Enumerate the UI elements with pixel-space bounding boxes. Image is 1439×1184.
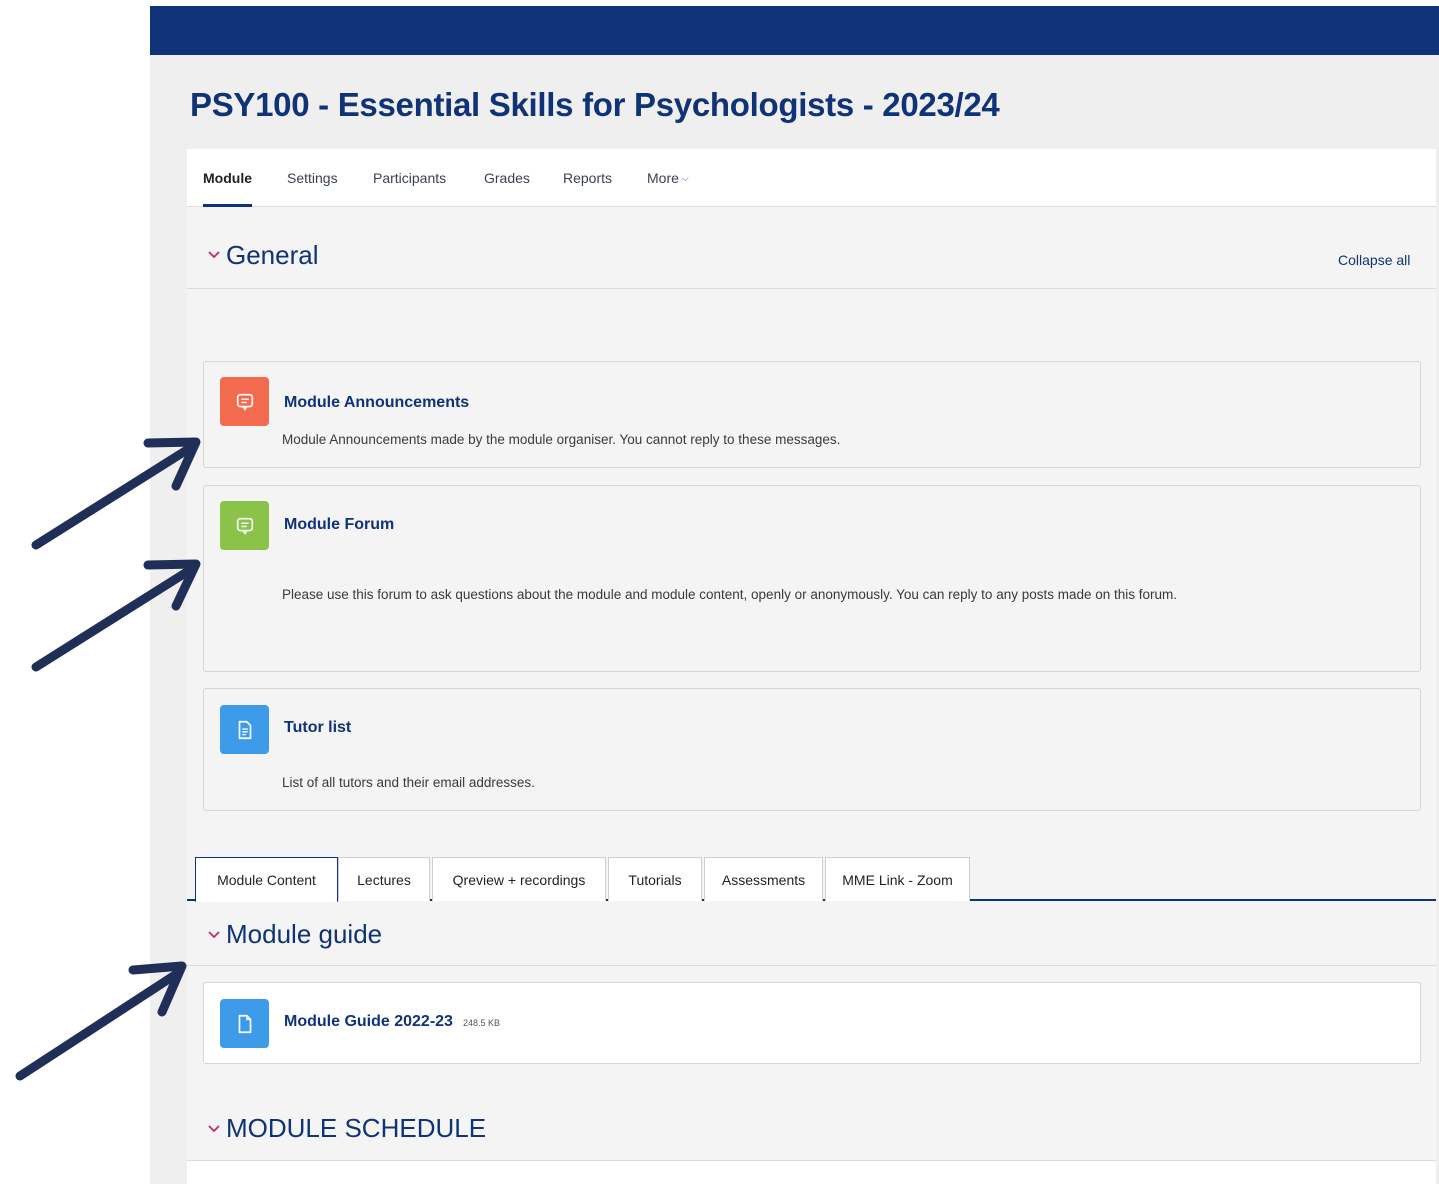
page-icon	[220, 705, 269, 754]
tab-tutorials[interactable]: Tutorials	[608, 857, 702, 901]
file-name: Module Guide 2022-23	[284, 1013, 453, 1030]
activity-module-announcements: Module Announcements Module Announcement…	[203, 361, 1421, 468]
page-title: PSY100 - Essential Skills for Psychologi…	[190, 86, 1000, 123]
activity-module-guide-file: Module Guide 2022-23 248.5 KB	[203, 982, 1421, 1064]
nav-grades[interactable]: Grades	[484, 149, 530, 207]
chevron-down-icon[interactable]	[207, 247, 221, 263]
forum-icon	[220, 377, 269, 426]
activity-module-forum: Module Forum Please use this forum to as…	[203, 485, 1421, 672]
secondary-navigation: Module Settings Participants Grades Repo…	[187, 149, 1436, 207]
activity-description: List of all tutors and their email addre…	[282, 775, 535, 790]
nav-settings[interactable]: Settings	[287, 149, 338, 207]
chevron-down-icon[interactable]	[207, 927, 221, 943]
top-navbar	[150, 6, 1439, 55]
nav-participants-label: Participants	[373, 170, 447, 186]
tab-module-content[interactable]: Module Content	[195, 857, 338, 903]
activity-link[interactable]: Module Forum	[284, 516, 394, 534]
nav-participants[interactable]: Participants	[373, 149, 446, 207]
nav-grades-label: Grades	[484, 170, 530, 186]
chevron-down-icon[interactable]	[207, 1121, 221, 1137]
chevron-down-icon: ⌵	[681, 173, 689, 183]
section-general-title[interactable]: General	[226, 240, 319, 271]
module-tabs: Module Content Lectures Qreview + record…	[187, 856, 1436, 903]
tab-mme-link-zoom[interactable]: MME Link - Zoom	[825, 857, 970, 901]
tab-assessments[interactable]: Assessments	[704, 857, 823, 901]
activity-link[interactable]: Module Guide 2022-23 248.5 KB	[284, 1013, 500, 1031]
tab-label: MME Link - Zoom	[842, 872, 953, 888]
activity-description: Please use this forum to ask questions a…	[282, 587, 1178, 602]
section-module-schedule-header: MODULE SCHEDULE	[187, 1096, 1436, 1161]
file-size: 248.5 KB	[462, 1018, 500, 1028]
section-module-schedule-title[interactable]: MODULE SCHEDULE	[226, 1113, 486, 1144]
collapse-all-link[interactable]: Collapse all	[1338, 252, 1415, 268]
activity-tutor-list: Tutor list List of all tutors and their …	[203, 688, 1421, 811]
nav-module-label: Module	[203, 170, 252, 186]
activity-link[interactable]: Module Announcements	[284, 394, 469, 412]
file-icon	[220, 999, 269, 1048]
tab-label: Module Content	[217, 872, 316, 888]
tab-label: Lectures	[357, 872, 411, 888]
activity-description: Module Announcements made by the module …	[282, 432, 841, 447]
nav-module[interactable]: Module	[203, 149, 252, 207]
activity-link[interactable]: Tutor list	[284, 719, 351, 737]
nav-settings-label: Settings	[287, 170, 338, 186]
nav-more-label: More	[647, 170, 679, 186]
tab-lectures[interactable]: Lectures	[338, 857, 430, 901]
nav-reports-label: Reports	[563, 170, 613, 186]
section-module-guide-header: Module guide	[187, 902, 1436, 966]
tab-label: Qreview + recordings	[452, 872, 586, 888]
tab-label: Tutorials	[628, 872, 682, 888]
forum-icon	[220, 501, 269, 550]
section-module-schedule-body	[187, 1161, 1436, 1184]
section-general-header: General	[187, 207, 1436, 289]
section-module-guide-title[interactable]: Module guide	[226, 919, 382, 950]
nav-more[interactable]: More ⌵	[647, 149, 689, 207]
nav-reports[interactable]: Reports	[563, 149, 612, 207]
tab-qreview-recordings[interactable]: Qreview + recordings	[432, 857, 606, 901]
tab-label: Assessments	[721, 872, 806, 888]
